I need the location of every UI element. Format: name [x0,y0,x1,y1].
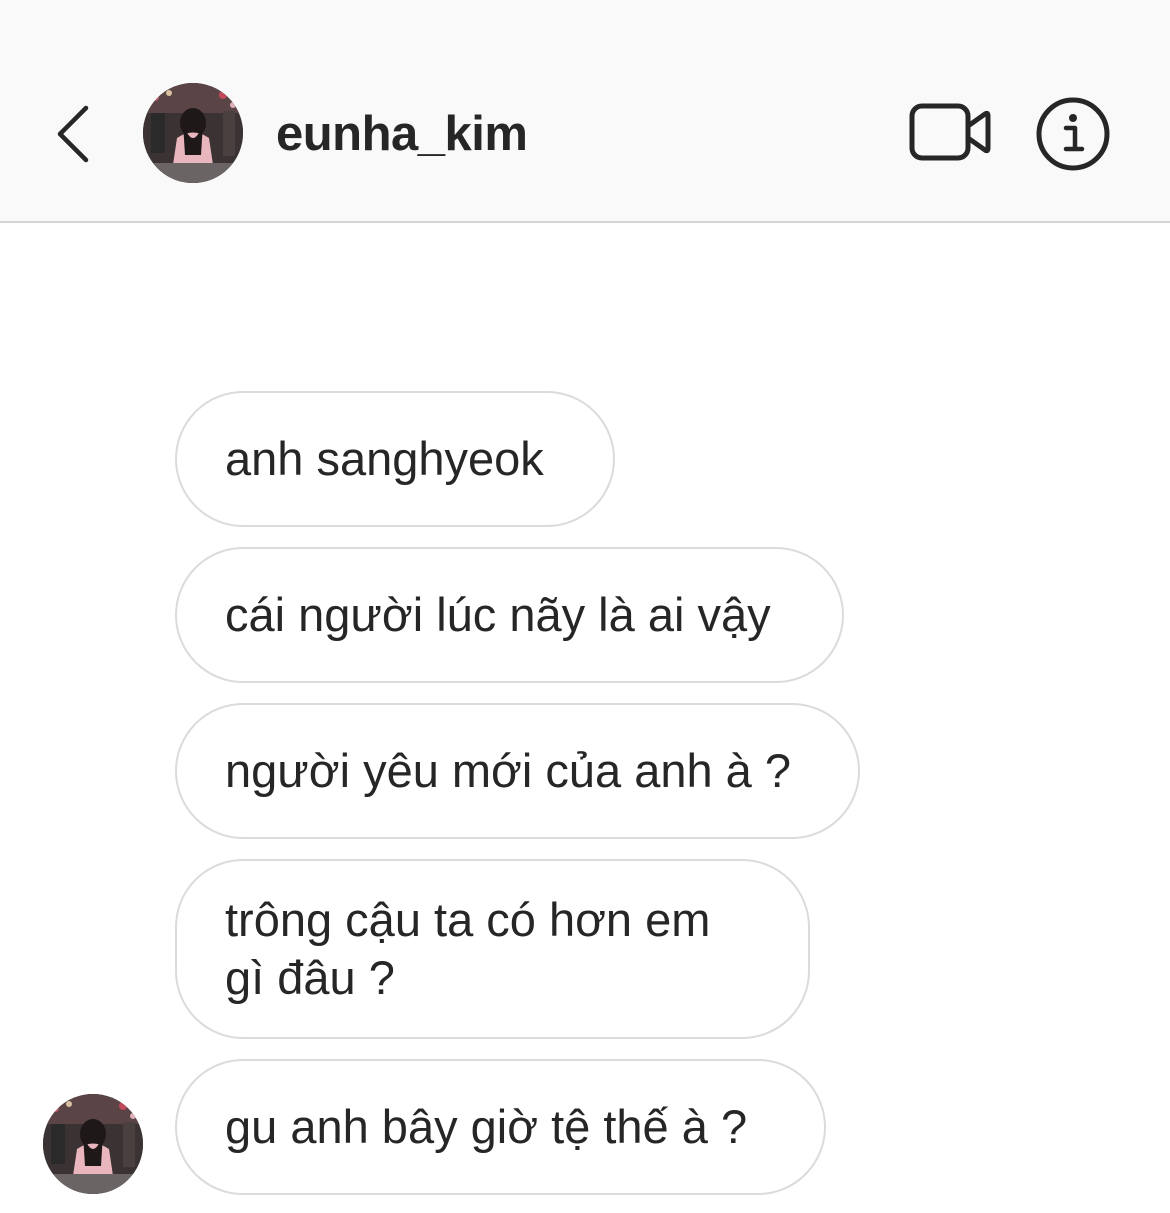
message-text: người yêu mới của anh à ? [225,744,792,797]
sender-avatar[interactable] [43,1094,143,1194]
chevron-left-icon [57,105,89,163]
message-text: gu anh bây giờ tệ thế à ? [225,1100,748,1153]
chat-username[interactable]: eunha_kim [276,104,528,164]
message-bubble[interactable]: cái người lúc nãy là ai vậy [175,547,844,683]
chat-header: eunha_kim [0,0,1170,223]
message-text: anh sanghyeok [225,432,544,485]
message-text: trông cậu ta có hơn em gì đâu ? [225,893,711,1004]
video-camera-icon [909,103,991,161]
message-bubble[interactable]: trông cậu ta có hơn em gì đâu ? [175,859,810,1039]
video-call-button[interactable] [905,98,995,168]
back-button[interactable] [44,96,100,172]
info-button[interactable] [1034,95,1112,173]
message-bubble[interactable]: gu anh bây giờ tệ thế à ? [175,1059,826,1195]
message-bubble[interactable]: người yêu mới của anh à ? [175,703,860,839]
message-bubble[interactable]: anh sanghyeok [175,391,615,527]
avatar[interactable] [143,83,243,183]
message-text: cái người lúc nãy là ai vậy [225,588,771,641]
info-circle-icon [1036,97,1110,171]
